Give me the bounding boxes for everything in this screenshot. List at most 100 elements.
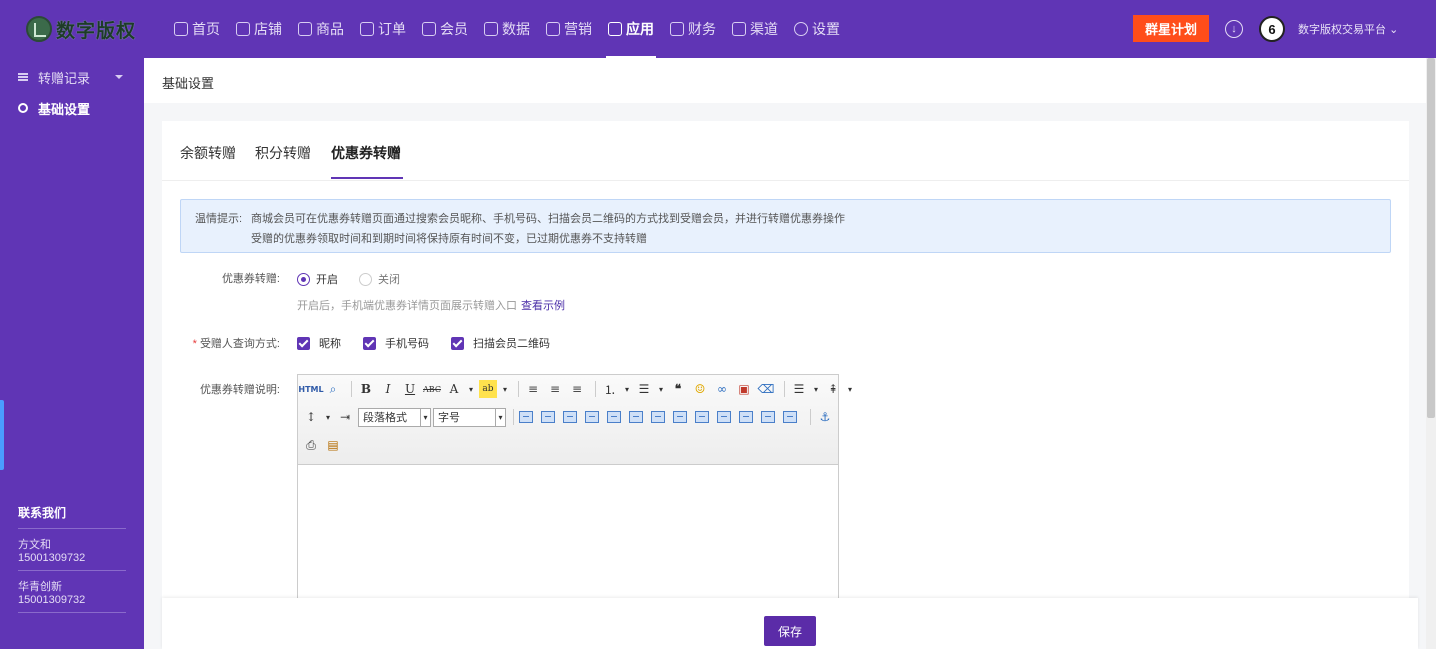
order-icon (360, 22, 374, 36)
split-cells-icon[interactable] (739, 411, 753, 423)
nav-item-settings[interactable]: 设置 (786, 0, 848, 58)
font-size-select[interactable]: 字号 (433, 407, 506, 427)
strikethrough-icon[interactable]: ABC (423, 380, 441, 398)
chevron-down-icon[interactable] (115, 75, 123, 79)
chevron-down-icon[interactable]: ▾ (812, 380, 820, 398)
checkbox-checked-icon (451, 336, 464, 350)
radio-enable[interactable]: 开启 (297, 271, 338, 287)
nav-label: 会员 (440, 21, 468, 37)
query-method-label: * 受赠人查询方式: (162, 335, 280, 351)
paragraph-format-select[interactable]: 段落格式 (358, 407, 431, 427)
view-example-link[interactable]: 查看示例 (521, 300, 565, 312)
chevron-down-icon[interactable]: ▾ (657, 380, 665, 398)
underline-icon[interactable]: U (401, 380, 419, 398)
chevron-down-icon[interactable]: ▾ (623, 380, 631, 398)
app-icon (608, 22, 622, 36)
split-rows-icon[interactable] (761, 411, 775, 423)
account-menu[interactable]: 数字版权交易平台 ⌄ (1298, 21, 1398, 37)
toolbar-separator (513, 409, 514, 425)
nav-item-channels[interactable]: 渠道 (724, 0, 786, 58)
tip-line-2: 受赠的优惠券领取时间和到期时间将保持原有时间不变，已过期优惠券不支持转赠 (251, 233, 647, 245)
nav-item-home[interactable]: 首页 (166, 0, 228, 58)
insert-table-icon[interactable] (519, 411, 533, 423)
data-icon (484, 22, 498, 36)
footer-bar: 保存 (162, 598, 1418, 649)
scrollbar[interactable] (1426, 58, 1436, 649)
checkbox-nickname[interactable]: 昵称 (297, 335, 341, 351)
sidebar-item-transfer-records[interactable]: 转赠记录 (18, 67, 90, 87)
tab-points-transfer[interactable]: 积分转赠 (255, 143, 311, 163)
eraser-icon[interactable]: ⌫ (757, 380, 775, 398)
chevron-down-icon[interactable]: ▾ (467, 380, 475, 398)
radio-label: 关闭 (378, 274, 400, 286)
align-left-icon[interactable]: ≡ (524, 380, 542, 398)
unordered-list-icon[interactable]: ☰ (635, 380, 653, 398)
print-icon[interactable]: ⎙ (302, 436, 320, 454)
nav-item-apps[interactable]: 应用 (600, 0, 662, 58)
insert-column-icon[interactable] (629, 411, 643, 423)
line-height-icon[interactable]: ☰ (790, 380, 808, 398)
split-columns-icon[interactable] (783, 411, 797, 423)
nav-label: 设置 (812, 21, 840, 37)
insert-row-icon[interactable] (585, 411, 599, 423)
link-icon[interactable]: ∞ (713, 380, 731, 398)
paste-icon[interactable]: ▤ (324, 436, 342, 454)
radio-disable[interactable]: 关闭 (359, 271, 400, 287)
italic-icon[interactable]: I (379, 380, 397, 398)
nav-item-orders[interactable]: 订单 (352, 0, 414, 58)
chevron-down-icon[interactable]: ▾ (324, 408, 332, 426)
avatar[interactable]: 6 (1259, 16, 1285, 42)
sidebar-collapse-handle[interactable] (0, 400, 4, 470)
checkbox-phone[interactable]: 手机号码 (363, 335, 429, 351)
nav-item-finance[interactable]: 财务 (662, 0, 724, 58)
nav-label: 数据 (502, 21, 530, 37)
chevron-down-icon[interactable]: ▾ (846, 380, 854, 398)
delete-table-icon[interactable] (541, 411, 555, 423)
nav-item-data[interactable]: 数据 (476, 0, 538, 58)
download-icon[interactable]: ↓ (1225, 20, 1243, 38)
delete-row-icon[interactable] (607, 411, 621, 423)
nav-item-goods[interactable]: 商品 (290, 0, 352, 58)
nav-item-store[interactable]: 店铺 (228, 0, 290, 58)
contact-phone: 15001309732 (18, 552, 86, 564)
align-right-icon[interactable]: ≡ (568, 380, 586, 398)
quote-icon[interactable]: ❝ (669, 380, 687, 398)
delete-column-icon[interactable] (651, 411, 665, 423)
brand-logo[interactable]: 数字版权 (26, 14, 136, 44)
nav-label: 商品 (316, 21, 344, 37)
highlight-icon[interactable]: ab (479, 380, 497, 398)
tabs: 余额转赠 积分转赠 优惠券转赠 (162, 121, 1409, 181)
image-icon[interactable]: ▣ (735, 380, 753, 398)
bold-icon[interactable]: B (357, 380, 375, 398)
row-spacing-icon[interactable]: ↕ (302, 408, 320, 426)
tab-coupon-transfer[interactable]: 优惠券转赠 (331, 143, 401, 163)
sidebar-item-basic-settings[interactable]: 基础设置 (18, 98, 90, 118)
contact-name: 方文和 (18, 539, 51, 551)
emoji-icon[interactable]: ☺ (691, 380, 709, 398)
merge-right-icon[interactable] (695, 411, 709, 423)
scrollbar-thumb[interactable] (1427, 58, 1435, 418)
promo-button[interactable]: 群星计划 (1133, 15, 1209, 42)
merge-down-icon[interactable] (717, 411, 731, 423)
table-header-icon[interactable] (563, 411, 577, 423)
anchor-icon[interactable]: ⚓ (816, 408, 834, 426)
ordered-list-icon[interactable]: ⒈ (601, 380, 619, 398)
search-icon[interactable]: ⌕ (324, 380, 342, 398)
chevron-down-icon[interactable]: ▾ (501, 380, 509, 398)
tip-line-1: 商城会员可在优惠券转赠页面通过搜索会员昵称、手机号码、扫描会员二维码的方式找到受… (251, 213, 845, 225)
align-center-icon[interactable]: ≡ (546, 380, 564, 398)
save-button[interactable]: 保存 (764, 616, 816, 646)
font-color-icon[interactable]: A (445, 380, 463, 398)
nav-item-members[interactable]: 会员 (414, 0, 476, 58)
tab-balance-transfer[interactable]: 余额转赠 (180, 143, 236, 163)
query-label-text: 受赠人查询方式: (199, 338, 280, 350)
gear-icon (794, 22, 808, 36)
indent-icon[interactable]: ⇥ (336, 408, 354, 426)
paragraph-spacing-icon[interactable]: ⇞ (824, 380, 842, 398)
nav-item-marketing[interactable]: 营销 (538, 0, 600, 58)
tip-box: 温情提示: 商城会员可在优惠券转赠页面通过搜索会员昵称、手机号码、扫描会员二维码… (180, 199, 1391, 253)
html-source-icon[interactable]: HTML (298, 380, 323, 398)
contact-title: 联系我们 (18, 506, 67, 520)
merge-cells-icon[interactable] (673, 411, 687, 423)
checkbox-qrcode[interactable]: 扫描会员二维码 (451, 335, 550, 351)
